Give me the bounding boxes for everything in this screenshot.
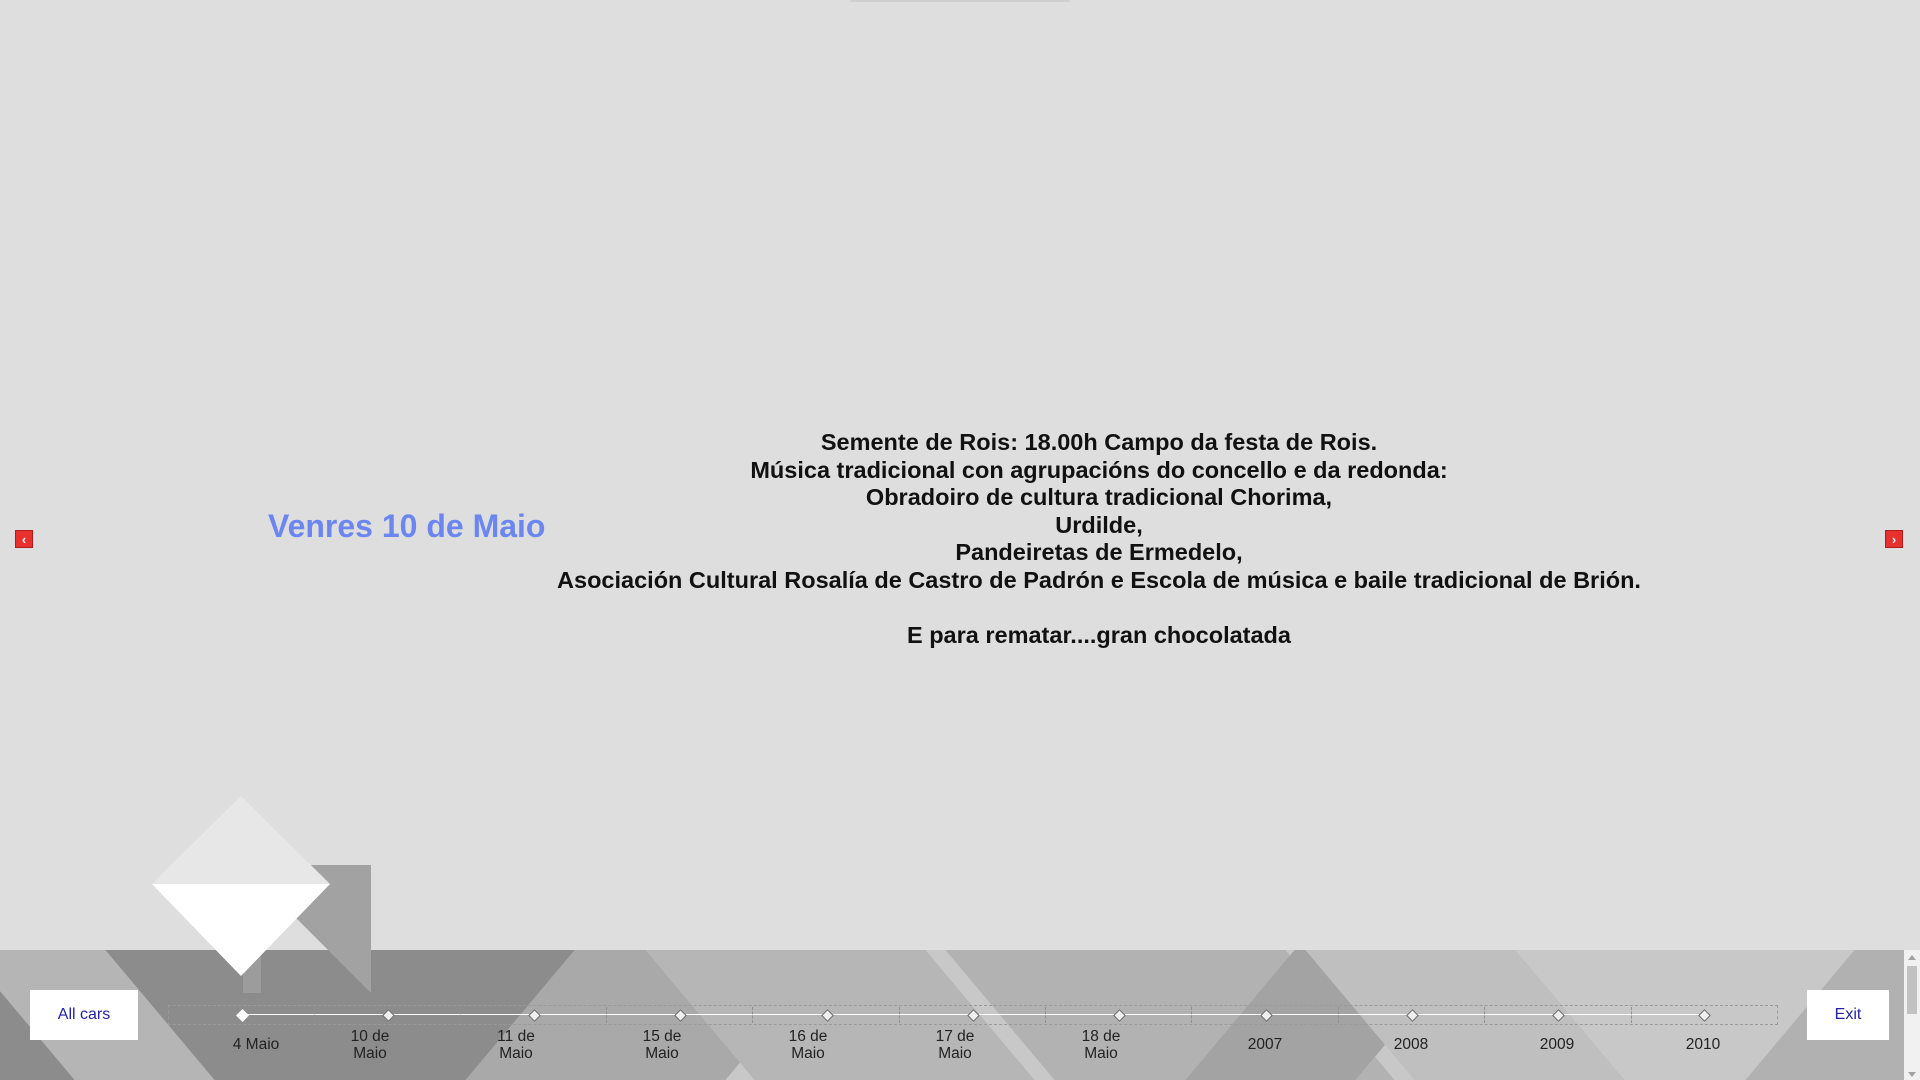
label-line: 4 Maio	[232, 1036, 280, 1053]
label-line: 2007	[1247, 1036, 1283, 1053]
label-line: Maio	[791, 1045, 825, 1062]
label-line: Maio	[353, 1045, 387, 1062]
timeline-tick	[314, 1007, 315, 1023]
closing-line: E para rematar....gran chocolatada	[907, 621, 1291, 648]
timeline-label[interactable]: 2009	[1512, 1036, 1602, 1053]
timeline-tick	[460, 1007, 461, 1023]
description-line: Obradoiro de cultura tradicional Chorima…	[865, 484, 1333, 510]
timeline-label[interactable]: 18 de Maio	[1056, 1028, 1146, 1062]
label-line: Maio	[645, 1045, 679, 1062]
timeline-tick	[899, 1007, 900, 1023]
timeline-tick	[1191, 1007, 1192, 1023]
label-line: Maio	[938, 1045, 972, 1062]
description-line: Semente de Rois: 18.00h Campo da festa d…	[820, 429, 1378, 455]
label-line: 2008	[1393, 1036, 1429, 1053]
description-line: Pandeiretas de Ermedelo,	[955, 539, 1243, 565]
timeline-label[interactable]: 11 de Maio	[471, 1028, 561, 1062]
label-line: 10 de	[350, 1028, 390, 1045]
scroll-thumb[interactable]	[1907, 966, 1917, 1014]
description-line: Urdilde,	[1055, 511, 1143, 538]
event-description: Semente de Rois: 18.00h Campo da festa d…	[520, 429, 1678, 649]
scroll-down-icon[interactable]	[1908, 1072, 1916, 1077]
timeline-label[interactable]: 17 de Maio	[910, 1028, 1000, 1062]
label-line: 2010	[1685, 1036, 1721, 1053]
label-line: 16 de	[788, 1028, 828, 1045]
top-drawer-tab[interactable]	[850, 0, 1070, 2]
scroll-up-icon[interactable]	[1908, 955, 1916, 960]
timeline-scrollbar[interactable]	[1904, 950, 1920, 1080]
exit-button[interactable]: Exit	[1807, 990, 1889, 1040]
prev-slide-button[interactable]: ‹	[15, 530, 33, 548]
all-cars-button[interactable]: All cars	[30, 990, 138, 1040]
timeline-tick	[752, 1007, 753, 1023]
description-line: Asociación Cultural Rosalía de Castro de…	[557, 566, 1641, 593]
timeline-label[interactable]: 15 de Maio	[617, 1028, 707, 1062]
arrow-left-icon: ‹	[21, 531, 27, 547]
timeline-pointer-top	[152, 796, 330, 884]
label-line: 17 de	[935, 1028, 975, 1045]
label-line: 2009	[1539, 1036, 1575, 1053]
label-line: 18 de	[1081, 1028, 1121, 1045]
event-title: Venres 10 de Maio	[268, 508, 546, 544]
label-line: 15 de	[642, 1028, 682, 1045]
label-line: 11 de	[497, 1028, 535, 1045]
timeline-label[interactable]: 10 de Maio	[325, 1028, 415, 1062]
timeline-tick	[1338, 1007, 1339, 1023]
timeline-tick	[606, 1007, 607, 1023]
timeline-tick	[1631, 1007, 1632, 1023]
arrow-right-icon: ›	[1891, 531, 1897, 547]
label-line: Maio	[1084, 1045, 1118, 1062]
description-line: Música tradicional con agrupacións do co…	[750, 456, 1448, 483]
label-line: Maio	[499, 1045, 533, 1062]
timeline-label[interactable]: 4 Maio	[211, 1036, 301, 1053]
timeline-label[interactable]: 2007	[1220, 1036, 1310, 1053]
timeline-label[interactable]: 2008	[1366, 1036, 1456, 1053]
timeline-tick	[1484, 1007, 1485, 1023]
timeline-tick	[1045, 1007, 1046, 1023]
timeline-pointer[interactable]	[152, 884, 330, 976]
timeline-label[interactable]: 2010	[1658, 1036, 1748, 1053]
timeline-label[interactable]: 16 de Maio	[763, 1028, 853, 1062]
next-slide-button[interactable]: ›	[1885, 530, 1903, 548]
